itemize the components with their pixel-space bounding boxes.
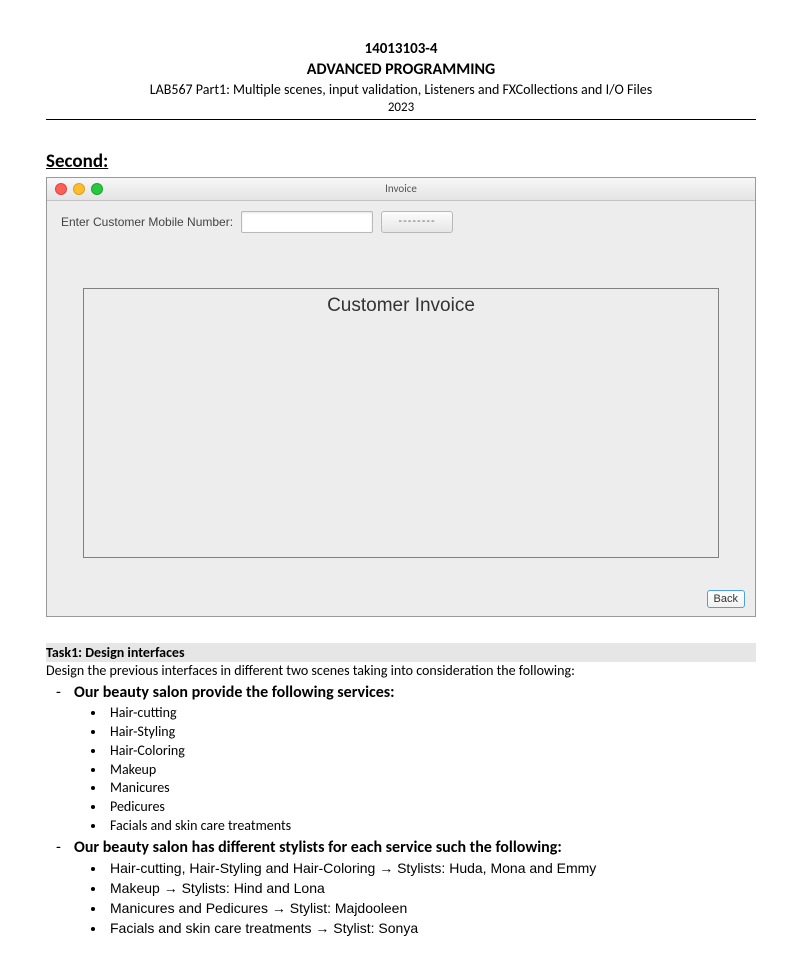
- services-section: Our beauty salon provide the following s…: [46, 683, 756, 702]
- window-title: Invoice: [385, 182, 417, 195]
- app-window: Invoice Enter Customer Mobile Number: --…: [46, 177, 756, 617]
- task-intro: Design the previous interfaces in differ…: [46, 662, 756, 681]
- list-item: Facials and skin care treatments: [106, 817, 756, 836]
- services-list: Hair-cutting Hair-Styling Hair-Coloring …: [46, 704, 756, 836]
- header-divider: [46, 119, 756, 120]
- course-code: 14013103-4: [46, 40, 756, 58]
- mobile-input-row: Enter Customer Mobile Number: --------: [61, 211, 741, 233]
- year-label: 2023: [46, 100, 756, 115]
- invoice-panel: Customer Invoice: [83, 288, 719, 558]
- list-item: Facials and skin care treatments → Styli…: [106, 919, 756, 939]
- list-item: Makeup: [106, 761, 756, 780]
- course-title: ADVANCED PROGRAMMING: [46, 60, 756, 79]
- list-item: Manicures and Pedicures → Stylist: Majdo…: [106, 899, 756, 919]
- lab-subtitle: LAB567 Part1: Multiple scenes, input val…: [46, 81, 756, 98]
- invoice-title: Customer Invoice: [327, 295, 475, 316]
- close-icon[interactable]: [55, 183, 67, 195]
- services-heading: Our beauty salon provide the following s…: [74, 683, 395, 702]
- mobile-input-label: Enter Customer Mobile Number:: [61, 215, 233, 229]
- list-item: Hair-Coloring: [106, 742, 756, 761]
- minimize-icon[interactable]: [73, 183, 85, 195]
- list-item: Hair-cutting: [106, 704, 756, 723]
- task-heading: Task1: Design interfaces: [46, 643, 756, 662]
- maximize-icon[interactable]: [91, 183, 103, 195]
- document-page: 14013103-4 ADVANCED PROGRAMMING LAB567 P…: [0, 0, 802, 961]
- doc-header: 14013103-4 ADVANCED PROGRAMMING LAB567 P…: [46, 40, 756, 115]
- stylists-heading: Our beauty salon has different stylists …: [74, 838, 562, 857]
- window-body: Enter Customer Mobile Number: -------- C…: [47, 201, 755, 616]
- back-button[interactable]: Back: [707, 590, 745, 608]
- stylists-list: Hair-cutting, Hair-Styling and Hair-Colo…: [46, 859, 756, 939]
- list-item: Hair-cutting, Hair-Styling and Hair-Colo…: [106, 859, 756, 879]
- list-item: Hair-Styling: [106, 723, 756, 742]
- section-heading: Second:: [46, 150, 756, 173]
- mobile-input[interactable]: [241, 211, 373, 233]
- search-button[interactable]: --------: [381, 211, 453, 233]
- window-titlebar: Invoice: [47, 178, 755, 201]
- traffic-lights: [55, 183, 103, 195]
- list-item: Manicures: [106, 779, 756, 798]
- stylists-section: Our beauty salon has different stylists …: [46, 838, 756, 857]
- list-item: Makeup → Stylists: Hind and Lona: [106, 879, 756, 899]
- list-item: Pedicures: [106, 798, 756, 817]
